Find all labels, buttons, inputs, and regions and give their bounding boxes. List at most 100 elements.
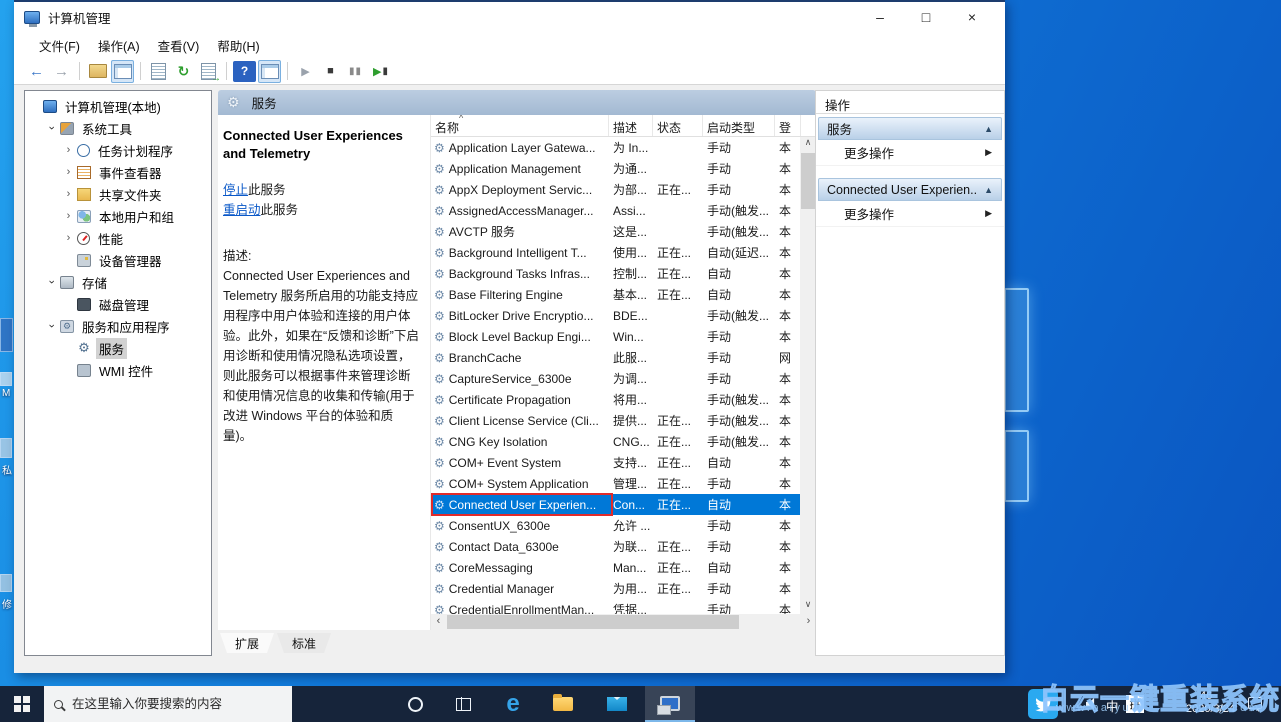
action-item[interactable]: 更多操作 ▶ [816,140,1004,166]
refresh-button[interactable]: ↻ [172,60,195,83]
close-button[interactable]: × [949,3,995,31]
search-input[interactable] [72,697,272,711]
start-button[interactable] [0,686,44,722]
service-row[interactable]: Credential Manager 为用... 正在... 手动 本 [431,578,800,599]
column-header-1[interactable]: 描述 [609,115,653,136]
service-row[interactable]: CredentialEnrollmentMan... 凭据... 手动 本 [431,599,800,615]
up-level-button[interactable] [86,60,109,83]
service-row[interactable]: Client License Service (Cli... 提供... 正在...… [431,410,800,431]
service-row[interactable]: ConsentUX_6300e 允许 ... 手动 本 [431,515,800,536]
expander-icon[interactable]: › [61,232,76,244]
tree-item-shared-folders[interactable]: › 共享文件夹 [25,183,211,205]
twitter-app-button[interactable] [1020,686,1066,722]
desktop-icon-fragment[interactable] [0,318,13,352]
vertical-scroll-thumb[interactable] [801,153,815,209]
service-row[interactable]: CoreMessaging Man... 正在... 自动 本 [431,557,800,578]
action-section-header[interactable]: 服务 ▲ [818,117,1002,140]
tree-item-device-manager[interactable]: 设备管理器 [25,249,211,271]
tree-item-event-viewer[interactable]: › 事件查看器 [25,161,211,183]
expander-icon[interactable]: › [46,319,58,334]
taskbar-search[interactable] [44,686,292,722]
expander-icon[interactable]: › [61,144,76,156]
service-row[interactable]: BitLocker Drive Encryptio... BDE... 手动(触发.… [431,305,800,326]
file-explorer-button[interactable] [540,686,586,722]
service-row[interactable]: Background Tasks Infras... 控制... 正在... 自动 本 [431,263,800,284]
service-row[interactable]: Application Management 为通... 手动 本 [431,158,800,179]
task-view-button[interactable] [440,686,486,722]
service-row[interactable]: Background Intelligent T... 使用... 正在... 自动(… [431,242,800,263]
back-button[interactable]: ← [25,60,48,83]
column-header-4[interactable]: 登 [775,115,801,136]
horizontal-scrollbar[interactable]: ‹ › [431,614,816,630]
expander-icon[interactable]: › [46,121,58,136]
restart-service-button[interactable]: ▶ [369,60,392,83]
tree-item-local-users-and-groups[interactable]: › 本地用户和组 [25,205,211,227]
column-header-2[interactable]: 状态 [653,115,703,136]
tree-item-computer-management-root[interactable]: 计算机管理(本地) [25,95,211,117]
stop-service-button[interactable]: ■ [319,60,342,83]
service-row[interactable]: Contact Data_6300e 为联... 正在... 手动 本 [431,536,800,557]
service-row[interactable]: COM+ Event System 支持... 正在... 自动 本 [431,452,800,473]
scroll-up-icon[interactable]: ∧ [800,137,816,152]
forward-button[interactable]: → [50,60,73,83]
maximize-button[interactable]: □ [903,3,949,31]
service-row[interactable]: Connected User Experien... Con... 正在... 自动 本 [431,493,800,516]
menu-help[interactable]: 帮助(H) [208,32,268,59]
tab-extended[interactable]: 扩展 [220,633,274,653]
tab-standard[interactable]: 标准 [277,633,331,653]
service-row[interactable]: Certificate Propagation 将用... 手动(触发... 本 [431,389,800,410]
tree-item-task-scheduler[interactable]: › 任务计划程序 [25,139,211,161]
desktop-icon-fragment[interactable] [0,372,12,386]
column-header-3[interactable]: 启动类型 [703,115,775,136]
service-row[interactable]: COM+ System Application 管理... 正在... 手动 本 [431,473,800,494]
action-section-header[interactable]: Connected User Experien... ▲ [818,178,1002,201]
computer-management-taskbar-button[interactable] [645,686,695,722]
show-console-tree-button[interactable] [111,59,134,83]
desktop-icon-fragment[interactable] [0,438,12,458]
scroll-right-icon[interactable]: › [801,615,816,627]
cortana-button[interactable] [392,686,438,722]
service-row[interactable]: AssignedAccessManager... Assi... 手动(触发... 本 [431,200,800,221]
service-row[interactable]: AVCTP 服务这是... 手动(触发... 本 [431,221,800,242]
tree-item-services-and-applications[interactable]: › 服务和应用程序 [25,315,211,337]
tree-item-system-tools[interactable]: › 系统工具 [25,117,211,139]
ime-mode-indicator[interactable]: 中 [1106,696,1119,715]
ime-pinyin-indicator[interactable]: 拼 [1126,695,1144,713]
start-service-button[interactable]: ▶ [294,60,317,83]
service-row[interactable]: CaptureService_6300e 为调... 手动 本 [431,368,800,389]
service-row[interactable]: Block Level Backup Engi... Win... 手动 本 [431,326,800,347]
tree-item-wmi-control[interactable]: WMI 控件 [25,359,211,381]
scroll-left-icon[interactable]: ‹ [431,615,446,627]
service-row[interactable]: Application Layer Gatewa... 为 In... 手动 本 [431,137,800,158]
pause-service-button[interactable]: ▮▮ [344,60,367,83]
stop-service-link[interactable]: 停止 [223,183,248,197]
edge-button[interactable]: e [490,686,536,722]
expander-icon[interactable]: › [61,188,76,200]
tree-item-performance[interactable]: › 性能 [25,227,211,249]
menu-view[interactable]: 查看(V) [149,32,209,59]
restart-service-link[interactable]: 重启动 [223,203,261,217]
horizontal-scroll-thumb[interactable] [447,615,739,629]
expander-icon[interactable]: › [61,210,76,222]
notification-center-icon[interactable] [1248,697,1262,709]
menu-file[interactable]: 文件(F) [30,32,89,59]
scroll-down-icon[interactable]: ∨ [800,599,816,614]
tree-item-storage[interactable]: › 存储 [25,271,211,293]
minimize-button[interactable]: – [857,3,903,31]
expander-icon[interactable]: › [61,166,76,178]
service-row[interactable]: Base Filtering Engine 基本... 正在... 自动 本 [431,284,800,305]
column-header-0[interactable]: 名称 ^ [431,115,609,136]
service-row[interactable]: AppX Deployment Servic... 为部... 正在... 手动 本 [431,179,800,200]
clock-time[interactable]: 46 [1200,690,1212,702]
service-row[interactable]: CNG Key Isolation CNG... 正在... 手动(触发... 本 [431,431,800,452]
expander-icon[interactable]: › [46,275,58,290]
mail-button[interactable] [594,686,640,722]
desktop-icon-fragment[interactable] [0,574,12,592]
clock-date[interactable]: 2020/3/24 [1186,703,1235,715]
export-list-button[interactable] [197,60,221,84]
volume-icon[interactable] [1086,697,1095,711]
action-item[interactable]: 更多操作 ▶ [816,201,1004,227]
tree-item-disk-management[interactable]: 磁盘管理 [25,293,211,315]
help-button[interactable]: ? [233,60,256,82]
properties-button[interactable] [147,60,170,83]
